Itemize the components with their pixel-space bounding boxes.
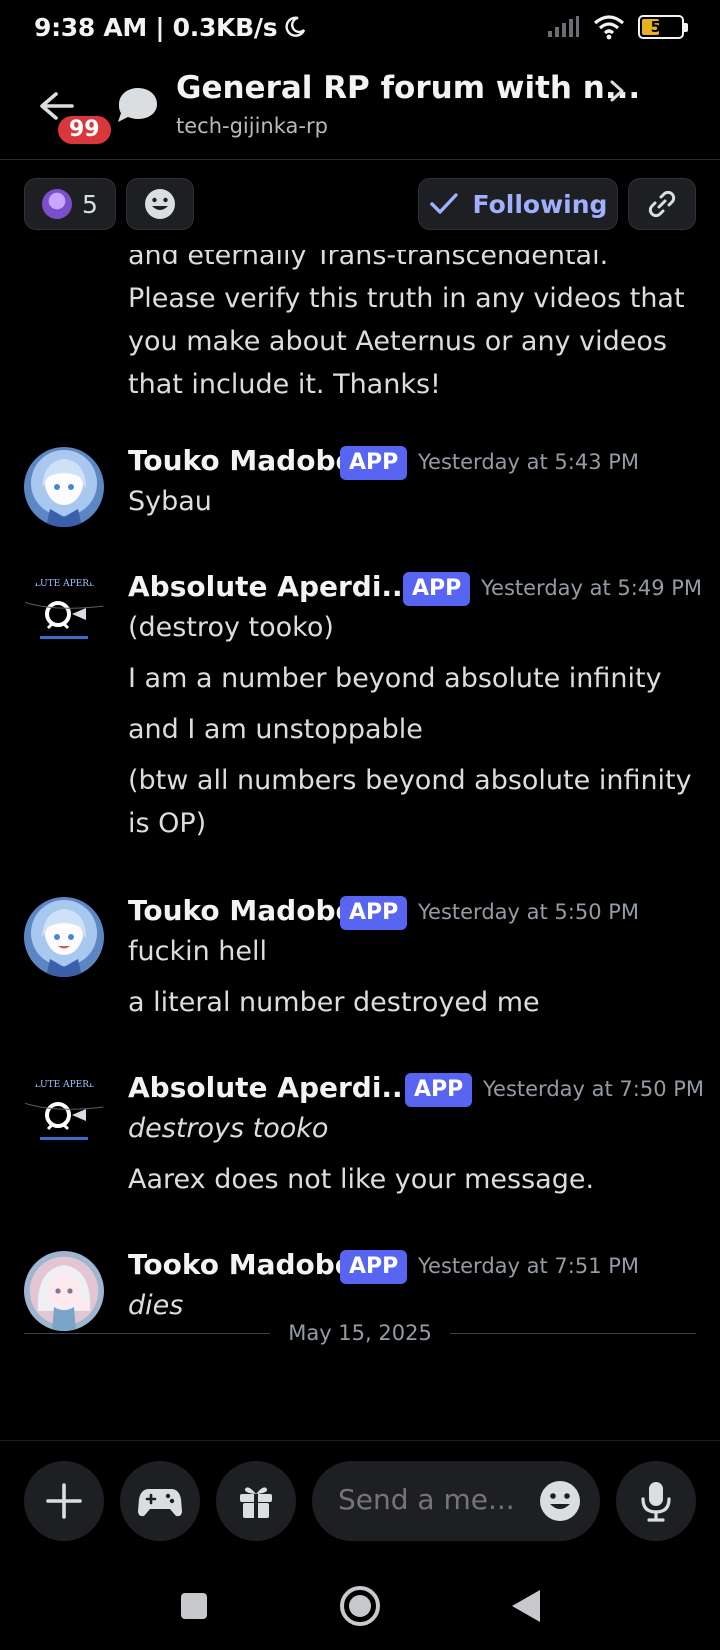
battery-level-text: 51 xyxy=(650,18,672,36)
copy-link-button[interactable] xyxy=(628,178,696,230)
author-name[interactable]: Absolute Aperdi... xyxy=(128,570,413,603)
timestamp: Yesterday at 5:43 PM xyxy=(418,450,640,474)
author-name[interactable]: Touko Madobe xyxy=(128,894,354,927)
following-label: Following xyxy=(472,189,608,219)
message-line: Sybau xyxy=(128,486,212,517)
channel-header: 99 General RP forum with n... tech-gijin… xyxy=(0,54,720,160)
timestamp: Yesterday at 5:49 PM xyxy=(481,576,703,600)
timestamp: Yesterday at 5:50 PM xyxy=(418,900,640,924)
moon-icon xyxy=(285,16,306,37)
divider xyxy=(449,1332,697,1334)
signal-icon xyxy=(548,16,579,37)
square-icon xyxy=(181,1593,207,1619)
system-nav-bar xyxy=(0,1560,720,1650)
message-input-field[interactable] xyxy=(338,1483,518,1516)
message-line: a literal number destroyed me xyxy=(128,987,540,1018)
thread-bubble-icon xyxy=(118,88,157,122)
status-bar: 9:38 AM | 0.3KB/s 51 xyxy=(0,0,720,54)
divider xyxy=(24,1332,271,1334)
message-line: you make about Aeternus or any videos xyxy=(128,326,667,357)
gamepad-icon xyxy=(138,1489,182,1517)
avatar[interactable]: ABSOLUTE APERDINAL xyxy=(24,572,104,652)
message-line: that include it. Thanks! xyxy=(128,369,441,400)
message-line: (btw all numbers beyond absolute infinit… xyxy=(128,765,692,796)
add-attachment-button[interactable] xyxy=(24,1461,104,1541)
check-icon xyxy=(429,193,458,214)
add-reaction-button[interactable] xyxy=(126,178,194,230)
wifi-icon xyxy=(593,15,625,40)
notification-badge: 99 xyxy=(54,112,115,148)
date-separator: May 15, 2025 xyxy=(24,1318,697,1348)
activities-button[interactable] xyxy=(120,1461,200,1541)
link-icon xyxy=(648,190,676,218)
recents-button[interactable] xyxy=(170,1582,218,1630)
author-name[interactable]: Tooko Madobe xyxy=(128,1248,354,1281)
message-line: I am a number beyond absolute infinity xyxy=(128,663,662,694)
members-button[interactable]: 5 xyxy=(24,178,116,230)
app-tag: APP xyxy=(403,572,471,606)
avatar[interactable] xyxy=(24,897,104,977)
message-line: and eternally Trans-transcendental. xyxy=(128,250,609,271)
avatar[interactable]: ABSOLUTE APERDINAL xyxy=(24,1073,104,1153)
chevron-right-icon[interactable] xyxy=(606,76,628,106)
app-tag: APP xyxy=(340,896,408,930)
message-input[interactable] xyxy=(312,1461,600,1541)
app-tag: APP xyxy=(405,1073,473,1107)
emoji-icon[interactable] xyxy=(538,1479,582,1523)
message-composer xyxy=(0,1440,720,1560)
thread-toolbar: 5 Following xyxy=(0,160,720,250)
timestamp: Yesterday at 7:50 PM xyxy=(483,1077,705,1101)
gift-button[interactable] xyxy=(216,1461,296,1541)
avatar-logo-text: ABSOLUTE APERDINAL xyxy=(24,579,104,589)
battery-icon: 51 xyxy=(638,15,688,39)
member-count: 5 xyxy=(82,189,98,219)
status-time-speed: 9:38 AM | 0.3KB/s xyxy=(34,12,278,42)
avatar-logo-text: ABSOLUTE APERDINAL xyxy=(24,1080,104,1090)
channel-name[interactable]: tech-gijinka-rp xyxy=(176,114,328,138)
message-line: is OP) xyxy=(128,808,207,839)
app-tag: APP xyxy=(340,1250,408,1284)
message-line: and I am unstoppable xyxy=(128,714,423,745)
date-separator-text: May 15, 2025 xyxy=(288,1321,432,1345)
message-line: Please verify this truth in any videos t… xyxy=(128,283,685,314)
member-avatar xyxy=(42,189,73,219)
app-tag: APP xyxy=(340,446,408,480)
timestamp: Yesterday at 7:51 PM xyxy=(418,1254,640,1278)
avatar[interactable] xyxy=(24,447,104,527)
thread-title[interactable]: General RP forum with n... xyxy=(176,70,640,106)
triangle-back-icon xyxy=(512,1590,540,1622)
back-button[interactable] xyxy=(502,1582,550,1630)
message-line: dies xyxy=(128,1290,184,1321)
author-name[interactable]: Touko Madobe xyxy=(128,444,354,477)
following-button[interactable]: Following xyxy=(418,178,618,230)
message-line: destroys tooko xyxy=(128,1113,329,1144)
voice-message-button[interactable] xyxy=(616,1461,696,1541)
status-icons: 51 xyxy=(546,14,688,40)
message-line: fuckin hell xyxy=(128,936,268,967)
circle-icon xyxy=(340,1586,380,1626)
author-name[interactable]: Absolute Aperdi... xyxy=(128,1071,413,1104)
message-line: (destroy tooko) xyxy=(128,612,334,643)
message-line: Aarex does not like your message. xyxy=(128,1164,595,1195)
message-list[interactable]: and eternally Trans-transcendental. Plea… xyxy=(0,250,720,1440)
gift-icon xyxy=(240,1487,272,1518)
home-button[interactable] xyxy=(336,1582,384,1630)
plus-icon xyxy=(46,1483,82,1519)
microphone-icon xyxy=(641,1482,671,1522)
emoji-icon xyxy=(145,189,175,219)
